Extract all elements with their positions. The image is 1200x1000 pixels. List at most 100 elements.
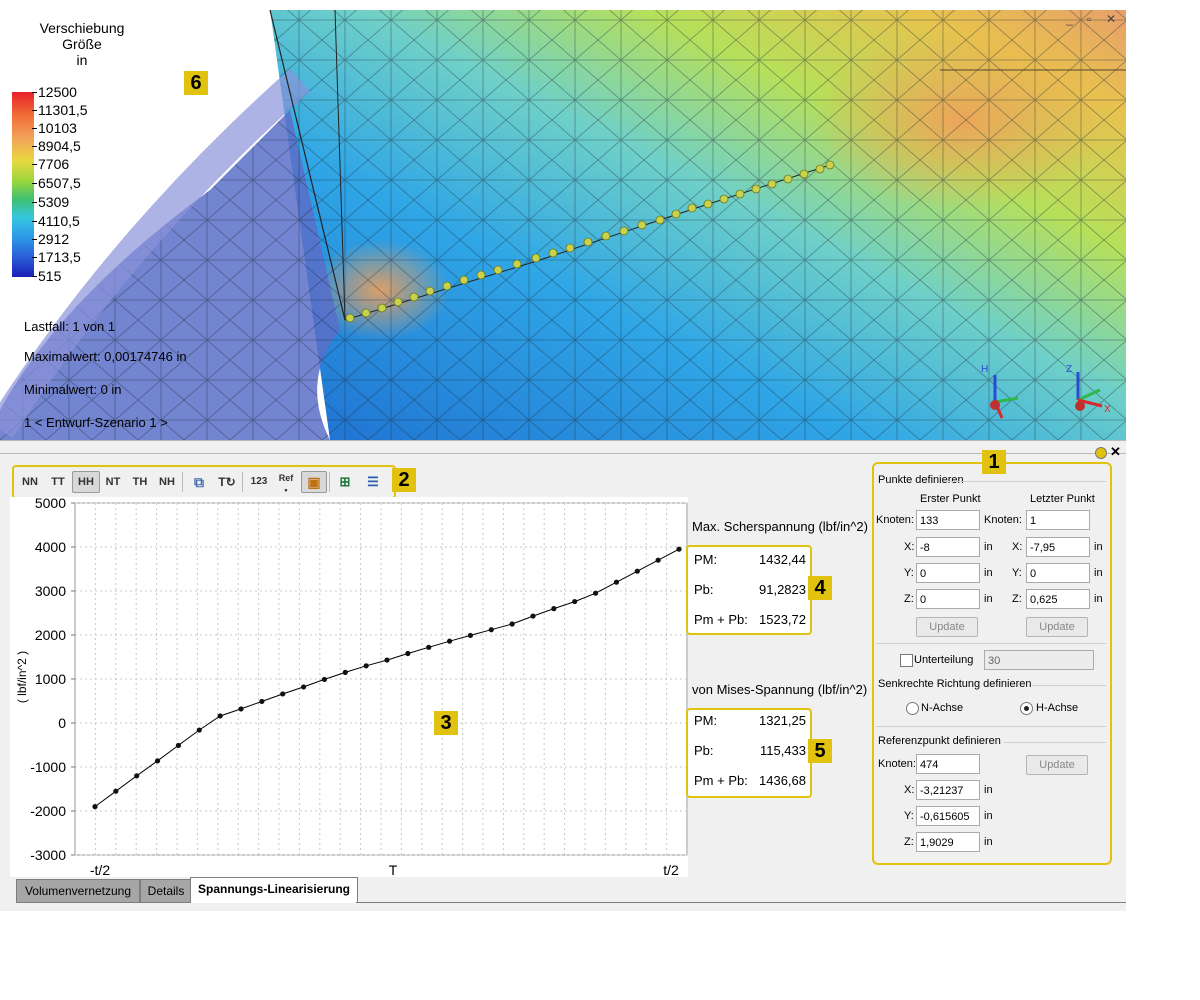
legend-tick: 1713,5	[32, 249, 81, 265]
first-z-input[interactable]: 0	[916, 589, 980, 609]
y-tick-label: -3000	[30, 847, 66, 863]
y-tick-label: 3000	[35, 583, 66, 599]
toolbar-button-th[interactable]: TH	[128, 472, 152, 492]
axis-x-label: X	[1104, 404, 1111, 415]
callout-4: 4	[808, 576, 832, 600]
last-x-input[interactable]: -7,95	[1026, 537, 1090, 557]
close-icon[interactable]: ✕	[1106, 12, 1116, 26]
n-axis-label: N-Achse	[921, 702, 964, 714]
unit-label: in	[984, 567, 993, 579]
legend-title: Verschiebung Größe in	[30, 20, 134, 68]
x-tick-label: t/2	[663, 862, 679, 877]
transform-icon[interactable]: T↻	[216, 472, 238, 492]
data-point	[446, 638, 453, 644]
model-viewport[interactable]: H Z X Verschiebung Größe in 12500 11301,…	[0, 0, 1126, 440]
unit-label: in	[1094, 567, 1103, 579]
subdivision-checkbox[interactable]	[900, 654, 913, 667]
max-shear-title: Max. Scherspannung (lbf/in^2)	[692, 519, 868, 534]
divider	[944, 481, 1106, 482]
legend-title-line2: Größe	[62, 36, 102, 52]
export-excel-icon[interactable]: ⊞	[334, 472, 356, 492]
data-point	[509, 621, 515, 627]
update-last-button[interactable]: Update	[1026, 617, 1088, 637]
y-tick-label: 2000	[35, 627, 66, 643]
numbers-button[interactable]: 123	[246, 472, 272, 492]
toolbar-button-hh[interactable]: HH	[72, 471, 100, 493]
y-tick-label: 0	[58, 715, 66, 731]
sum-value: 1436,68	[759, 773, 806, 788]
x-label: X:	[904, 784, 915, 796]
export-report-icon[interactable]: ☰	[362, 472, 384, 492]
y-label: Y:	[904, 810, 914, 822]
unit-label: in	[1094, 593, 1103, 605]
data-point	[175, 742, 182, 749]
last-z-input[interactable]: 0,625	[1026, 589, 1090, 609]
pin-icon[interactable]	[1095, 447, 1107, 459]
mesh-render: H Z X	[0, 9, 1126, 440]
min-value-text: Minimalwert: 0 in	[24, 382, 122, 397]
y-tick-label: -1000	[30, 759, 66, 775]
ref-y-input[interactable]: -0,615605	[916, 806, 980, 826]
chart-svg: 5000 4000 3000 2000 1000 0 -1000 -2000 -3000 ( lb…	[15, 495, 688, 878]
tab-volumenvernetzung[interactable]: Volumenvernetzung	[16, 879, 140, 903]
last-point-label: Letzter Punkt	[1030, 493, 1095, 505]
callout-2: 2	[392, 468, 416, 492]
ref-node-input[interactable]: 474	[916, 754, 980, 774]
toolbar-button-nt[interactable]: NT	[101, 472, 125, 492]
sum-label: Pm + Pb:	[694, 612, 748, 627]
data-point	[92, 804, 98, 810]
legend-color-bar	[12, 92, 34, 277]
toolbar-button-nh[interactable]: NH	[155, 472, 179, 492]
tab-spannungs-linearisierung[interactable]: Spannungs-Linearisierung	[190, 877, 358, 903]
unit-label: in	[984, 784, 993, 796]
legend-tick: 515	[31, 268, 62, 284]
toolbar-button-nn[interactable]: NN	[18, 472, 42, 492]
pm-value: 1432,44	[759, 552, 806, 567]
first-node-input[interactable]: 133	[916, 510, 980, 530]
subdivision-input[interactable]: 30	[984, 650, 1094, 670]
data-point	[280, 691, 286, 697]
pb-value: 115,433	[759, 743, 806, 758]
tab-details[interactable]: Details	[140, 879, 192, 903]
toolbar-button-tt[interactable]: TT	[46, 472, 70, 492]
n-axis-radio[interactable]	[906, 702, 919, 715]
data-point	[196, 727, 202, 733]
data-point	[259, 698, 265, 705]
pb-value: 91,2823	[759, 582, 806, 597]
h-axis-label: H-Achse	[1036, 702, 1079, 714]
first-y-input[interactable]: 0	[916, 563, 980, 583]
ref-z-input[interactable]: 1,9029	[916, 832, 980, 852]
last-y-input[interactable]: 0	[1026, 563, 1090, 583]
sum-value: 1523,72	[759, 612, 806, 627]
panel-close-icon[interactable]: ✕	[1110, 444, 1121, 460]
x-label: X:	[1012, 541, 1023, 553]
pb-label: Pb:	[694, 743, 714, 758]
data-point	[676, 546, 682, 552]
data-point	[384, 657, 390, 663]
legend-tick: 6507,5	[32, 175, 81, 191]
legend-title-line3: in	[76, 52, 88, 68]
restore-icon[interactable]: ▫	[1087, 12, 1091, 26]
data-point	[551, 606, 557, 612]
data-point	[363, 663, 369, 669]
last-node-input[interactable]: 1	[1026, 510, 1090, 530]
x-axis-label: T	[389, 862, 398, 877]
data-point	[655, 557, 661, 563]
pm-value: 1321,25	[759, 713, 806, 728]
first-x-input[interactable]: -8	[916, 537, 980, 557]
update-first-button[interactable]: Update	[916, 617, 978, 637]
ref-x-input[interactable]: -3,21237	[916, 780, 980, 800]
update-ref-button[interactable]: Update	[1026, 755, 1088, 775]
3d-box-icon[interactable]: ▣	[301, 471, 327, 493]
data-point	[154, 758, 161, 764]
load-case-text: Lastfall: 1 von 1	[24, 319, 116, 334]
legend-tick: 4110,5	[32, 213, 80, 229]
h-axis-radio[interactable]	[1020, 702, 1033, 715]
von-mises-sum-row: Pm + Pb: 1436,68	[694, 773, 806, 788]
stack-view-icon[interactable]: ⧉	[188, 472, 210, 492]
minimize-icon[interactable]: _	[1066, 12, 1073, 26]
z-label: Z:	[904, 593, 914, 605]
data-point	[134, 773, 140, 779]
ref-button[interactable]: Ref •	[274, 472, 298, 495]
data-point	[426, 644, 432, 650]
